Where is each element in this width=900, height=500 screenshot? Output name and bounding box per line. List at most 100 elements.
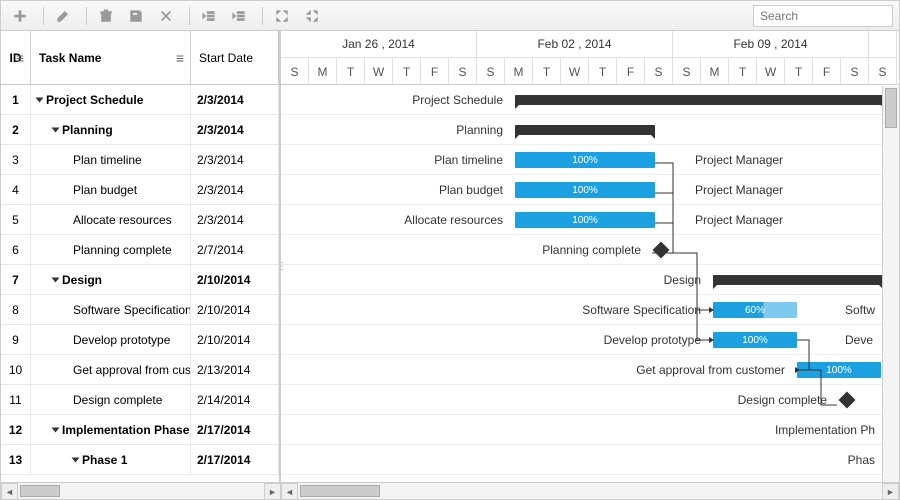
day-header: W — [561, 58, 589, 85]
cell-date: 2/10/2014 — [191, 295, 279, 324]
gantt-bar[interactable]: 60% — [713, 302, 797, 318]
chart-row: Design — [281, 265, 899, 295]
table-row[interactable]: 9Develop prototype2/10/2014 — [1, 325, 279, 355]
cell-date: 2/7/2014 — [191, 235, 279, 264]
milestone-icon[interactable] — [839, 392, 856, 409]
scroll-right-button[interactable]: ► — [264, 483, 281, 500]
task-label: Phas — [281, 445, 881, 475]
day-header: S — [673, 58, 701, 85]
menu-icon[interactable]: ≡ — [16, 50, 24, 66]
grid-header: ID≡ Task Name≡ Start Date — [1, 31, 279, 85]
chart-scrollbar[interactable]: ◄ ► — [281, 482, 899, 499]
caret-icon[interactable] — [36, 97, 44, 102]
chart-row: Implementation Ph — [281, 415, 899, 445]
table-row[interactable]: 4Plan budget2/3/2014 — [1, 175, 279, 205]
milestone-icon[interactable] — [653, 242, 670, 259]
collapse-button[interactable] — [299, 3, 325, 29]
task-label: Plan budget — [281, 175, 509, 205]
cell-date: 2/17/2014 — [191, 445, 279, 474]
gantt-bar[interactable] — [515, 125, 655, 135]
chart-row: Plan timeline100%Project Manager — [281, 145, 899, 175]
cell-date: 2/3/2014 — [191, 205, 279, 234]
task-label: Develop prototype — [281, 325, 707, 355]
caret-icon[interactable] — [52, 127, 60, 132]
edit-button[interactable] — [50, 3, 76, 29]
day-header: W — [365, 58, 393, 85]
cell-id: 6 — [1, 235, 31, 264]
delete-button[interactable] — [93, 3, 119, 29]
search-input[interactable] — [753, 5, 893, 27]
resource-label: Project Manager — [687, 145, 783, 175]
table-row[interactable]: 6Planning complete2/7/2014 — [1, 235, 279, 265]
gantt-chart: Jan 26 , 2014Feb 02 , 2014Feb 09 , 2014 … — [281, 31, 899, 482]
day-header: T — [589, 58, 617, 85]
chart-row: Develop prototype100%Deve — [281, 325, 899, 355]
gantt-bar[interactable]: 100% — [515, 182, 655, 198]
scroll-thumb[interactable] — [300, 485, 380, 497]
scroll-left-button[interactable]: ◄ — [281, 483, 298, 500]
cell-id: 5 — [1, 205, 31, 234]
caret-icon[interactable] — [72, 457, 80, 462]
cancel-button[interactable] — [153, 3, 179, 29]
day-header: F — [617, 58, 645, 85]
table-row[interactable]: 8Software Specification2/10/2014 — [1, 295, 279, 325]
cell-date: 2/14/2014 — [191, 385, 279, 414]
menu-icon[interactable]: ≡ — [176, 50, 184, 66]
indent-button[interactable] — [226, 3, 252, 29]
resource-label: Softw — [837, 295, 875, 325]
gantt-app: ID≡ Task Name≡ Start Date 1Project Sched… — [0, 0, 900, 500]
cell-name: Software Specification — [31, 295, 191, 324]
table-row[interactable]: 3Plan timeline2/3/2014 — [1, 145, 279, 175]
day-header: S — [477, 58, 505, 85]
outdent-button[interactable] — [196, 3, 222, 29]
caret-icon[interactable] — [52, 427, 60, 432]
gantt-bar[interactable]: 100% — [797, 362, 881, 378]
table-row[interactable]: 2Planning2/3/2014 — [1, 115, 279, 145]
chart-row: Software Specification60%Softw — [281, 295, 899, 325]
gantt-bar[interactable] — [515, 95, 885, 105]
expand-button[interactable] — [269, 3, 295, 29]
table-row[interactable]: 12Implementation Phase2/17/2014 — [1, 415, 279, 445]
gantt-bar[interactable]: 100% — [713, 332, 797, 348]
splitter-handle[interactable]: ⋮ — [277, 261, 285, 272]
scroll-right-button[interactable]: ► — [882, 483, 899, 500]
caret-icon[interactable] — [52, 277, 60, 282]
table-row[interactable]: 11Design complete2/14/2014 — [1, 385, 279, 415]
grid-scrollbar[interactable]: ◄ ► — [1, 482, 281, 499]
separator — [86, 7, 87, 25]
save-button[interactable] — [123, 3, 149, 29]
vertical-scrollbar[interactable] — [882, 86, 899, 482]
gantt-bar[interactable]: 100% — [515, 152, 655, 168]
col-header-id[interactable]: ID≡ — [1, 31, 31, 84]
col-header-date[interactable]: Start Date — [191, 31, 279, 84]
week-header: Jan 26 , 2014 — [281, 31, 477, 58]
chart-body[interactable]: Project SchedulePlanningPlan timeline100… — [281, 85, 899, 482]
day-header: S — [449, 58, 477, 85]
cell-id: 8 — [1, 295, 31, 324]
day-header: M — [505, 58, 533, 85]
task-label: Project Schedule — [281, 85, 509, 115]
task-grid: ID≡ Task Name≡ Start Date 1Project Sched… — [1, 31, 281, 482]
col-header-name[interactable]: Task Name≡ — [31, 31, 191, 84]
table-row[interactable]: 10Get approval from customer2/13/2014 — [1, 355, 279, 385]
scroll-left-button[interactable]: ◄ — [1, 483, 18, 500]
cell-name: Planning — [31, 115, 191, 144]
table-row[interactable]: 5Allocate resources2/3/2014 — [1, 205, 279, 235]
cell-name: Project Schedule — [31, 85, 191, 114]
gantt-bar[interactable]: 100% — [515, 212, 655, 228]
chart-row: Planning complete — [281, 235, 899, 265]
day-header: S — [869, 58, 897, 85]
grid-body: 1Project Schedule2/3/20142Planning2/3/20… — [1, 85, 279, 482]
gantt-bar[interactable] — [713, 275, 883, 285]
chart-row: Phas — [281, 445, 899, 475]
scroll-thumb[interactable] — [20, 485, 60, 497]
cell-name: Plan timeline — [31, 145, 191, 174]
add-button[interactable] — [7, 3, 33, 29]
cell-date: 2/10/2014 — [191, 265, 279, 294]
table-row[interactable]: 1Project Schedule2/3/2014 — [1, 85, 279, 115]
table-row[interactable]: 7Design2/10/2014 — [1, 265, 279, 295]
chart-header: Jan 26 , 2014Feb 02 , 2014Feb 09 , 2014 … — [281, 31, 899, 85]
scroll-thumb[interactable] — [885, 88, 897, 128]
cell-name: Phase 1 — [31, 445, 191, 474]
table-row[interactable]: 13Phase 12/17/2014 — [1, 445, 279, 475]
